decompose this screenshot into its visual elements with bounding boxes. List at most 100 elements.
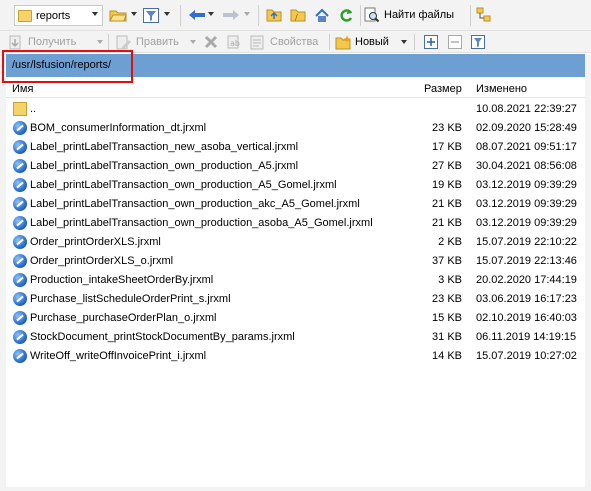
window-frame-right [585, 54, 591, 491]
column-header-size[interactable]: Размер [424, 83, 462, 95]
get-dropdown[interactable] [97, 40, 103, 44]
get-button[interactable]: Получить [8, 34, 76, 50]
folder-icon [18, 9, 32, 22]
parent-folder-icon [13, 102, 27, 116]
delete-icon [204, 35, 218, 49]
toolbar-separator [258, 5, 259, 26]
root-directory-button[interactable]: / [288, 6, 308, 24]
forward-dropdown[interactable] [244, 12, 250, 16]
file-row[interactable]: .. 10.08.2021 22:39:27 [6, 100, 585, 119]
file-row[interactable]: BOM_consumerInformation_dt.jrxml 23 KB 02.… [6, 119, 585, 138]
file-name: WriteOff_writeOffInvoicePrint_i.jrxml [30, 350, 207, 362]
file-row[interactable]: Purchase_purchaseOrderPlan_o.jrxml 15 KB 0… [6, 309, 585, 328]
back-button[interactable] [186, 6, 208, 24]
delete-button[interactable] [202, 34, 220, 50]
jrxml-icon [13, 292, 27, 306]
new-label: Новый [355, 36, 389, 48]
file-row[interactable]: Label_printLabelTransaction_own_producti… [6, 214, 585, 233]
download-icon [9, 35, 21, 49]
file-row[interactable]: Label_printLabelTransaction_new_asoba_ve… [6, 138, 585, 157]
new-button[interactable]: Новый [335, 34, 389, 50]
filter-button[interactable] [141, 6, 161, 24]
filter-selection-button[interactable] [470, 34, 486, 50]
edit-dropdown[interactable] [190, 40, 196, 44]
file-size: 14 KB [432, 350, 462, 362]
filter-icon [143, 7, 159, 23]
jrxml-icon [13, 216, 27, 230]
file-name: Purchase_listScheduleOrderPrint_s.jrxml [30, 293, 231, 305]
window-frame-bottom [0, 487, 591, 491]
forward-button[interactable] [220, 6, 242, 24]
get-label: Получить [28, 36, 77, 48]
jrxml-icon [13, 159, 27, 173]
find-files-button[interactable]: Найти файлы [364, 6, 454, 24]
file-row[interactable]: Production_intakeSheetOrderBy.jrxml 3 KB 2… [6, 271, 585, 290]
root-folder-icon: / [290, 9, 306, 22]
file-row[interactable]: Order_printOrderXLS_o.jrxml 37 KB 15.07.20… [6, 252, 585, 271]
open-folder-dropdown[interactable] [131, 12, 137, 16]
file-row[interactable]: Label_printLabelTransaction_own_producti… [6, 157, 585, 176]
file-name: Label_printLabelTransaction_own_producti… [30, 217, 373, 229]
file-row[interactable]: Label_printLabelTransaction_own_producti… [6, 176, 585, 195]
file-size: 37 KB [432, 255, 462, 267]
file-row[interactable]: StockDocument_printStockDocumentBy_param… [6, 328, 585, 347]
location-dropdown-button[interactable] [92, 12, 98, 16]
home-button[interactable] [312, 6, 332, 24]
parent-folder-icon [266, 9, 282, 22]
file-size: 15 KB [432, 312, 462, 324]
file-name: Label_printLabelTransaction_new_asoba_ve… [30, 141, 299, 153]
rename-button[interactable]: ab [226, 34, 244, 50]
jrxml-icon [13, 197, 27, 211]
file-modified: 03.12.2019 09:39:29 [476, 217, 577, 229]
file-row[interactable]: Purchase_listScheduleOrderPrint_s.jrxml 2… [6, 290, 585, 309]
file-name: Order_printOrderXLS.jrxml [30, 236, 161, 248]
new-folder-icon [335, 34, 351, 49]
file-modified: 30.04.2021 08:56:08 [476, 160, 577, 172]
back-dropdown[interactable] [208, 12, 214, 16]
filter-dropdown[interactable] [164, 12, 170, 16]
tree-view-button[interactable] [474, 6, 494, 24]
toolbar-separator [470, 5, 471, 26]
file-modified: 03.12.2019 09:39:29 [476, 198, 577, 210]
column-header-modified[interactable]: Изменено [476, 83, 527, 95]
toolbar-separator [360, 5, 361, 26]
file-size: 23 KB [432, 122, 462, 134]
file-name: StockDocument_printStockDocumentBy_param… [30, 331, 295, 343]
jrxml-icon [13, 140, 27, 154]
file-name: Purchase_purchaseOrderPlan_o.jrxml [30, 312, 217, 324]
properties-icon [250, 35, 264, 49]
file-modified: 02.09.2020 15:28:49 [476, 122, 577, 134]
highlight-annotation-box [2, 50, 133, 83]
file-list: .. 10.08.2021 22:39:27 BOM_consumerInforma… [6, 100, 585, 366]
rename-icon: ab [227, 35, 240, 49]
deselect-button[interactable] [447, 34, 463, 50]
plus-icon [424, 35, 438, 49]
file-row[interactable]: Label_printLabelTransaction_own_producti… [6, 195, 585, 214]
file-modified: 10.08.2021 22:39:27 [476, 103, 577, 115]
select-all-button[interactable] [423, 34, 439, 50]
column-header-name[interactable]: Имя [12, 83, 33, 95]
parent-directory-button[interactable] [264, 6, 284, 24]
jrxml-icon [13, 349, 27, 363]
file-name: BOM_consumerInformation_dt.jrxml [30, 122, 207, 134]
properties-button[interactable]: Свойства [250, 34, 318, 50]
file-row[interactable]: Order_printOrderXLS.jrxml 2 KB 15.07.2019 … [6, 233, 585, 252]
toolbar-separator [414, 34, 415, 50]
new-dropdown[interactable] [401, 40, 407, 44]
jrxml-icon [13, 330, 27, 344]
open-folder-button[interactable] [107, 6, 129, 24]
refresh-button[interactable] [336, 6, 356, 24]
file-row[interactable]: WriteOff_writeOffInvoicePrint_i.jrxml 14 … [6, 347, 585, 366]
home-icon [315, 8, 329, 22]
file-size: 19 KB [432, 179, 462, 191]
location-combobox[interactable]: reports [14, 5, 103, 26]
tree-view-icon [476, 7, 491, 22]
jrxml-icon [13, 254, 27, 268]
edit-icon [116, 35, 131, 49]
edit-button[interactable]: Править [116, 34, 179, 50]
jrxml-icon [13, 311, 27, 325]
file-size: 17 KB [432, 141, 462, 153]
jrxml-icon [13, 273, 27, 287]
file-name: Order_printOrderXLS_o.jrxml [30, 255, 174, 267]
file-modified: 15.07.2019 10:27:02 [476, 350, 577, 362]
